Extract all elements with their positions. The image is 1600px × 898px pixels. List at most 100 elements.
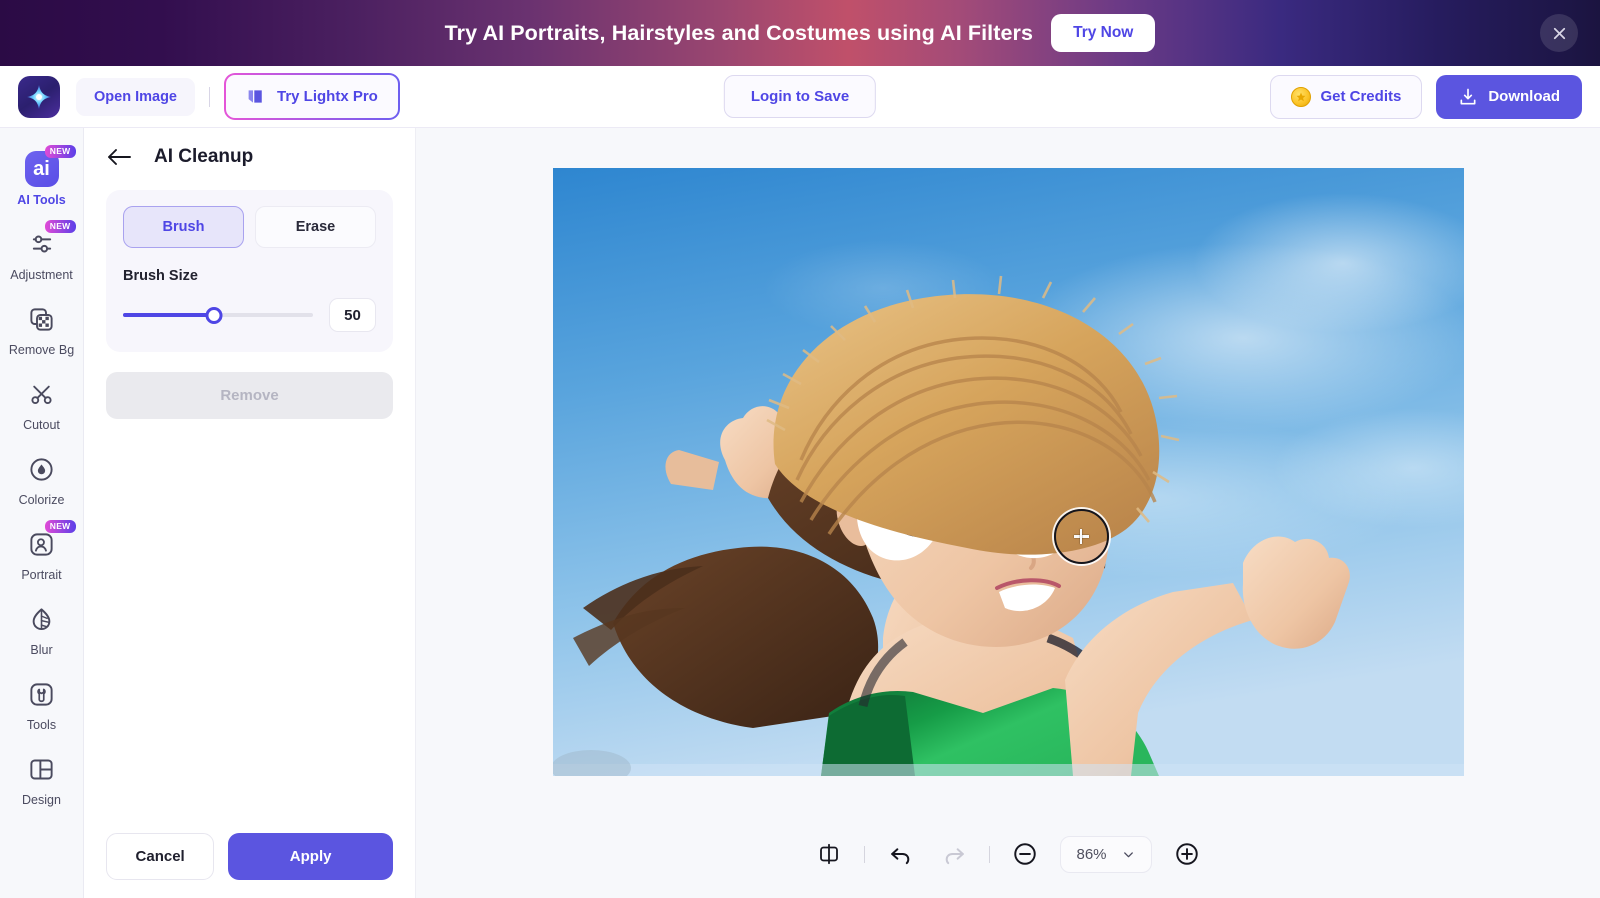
try-now-button[interactable]: Try Now [1051, 14, 1156, 52]
promo-content: Try AI Portraits, Hairstyles and Costume… [445, 14, 1156, 52]
canvas-toolbar: 86% [416, 810, 1600, 898]
cutout-icon-wrap [25, 377, 59, 411]
remove-bg-icon [30, 307, 53, 331]
promo-close-button[interactable] [1540, 14, 1578, 52]
droplet-icon [30, 457, 53, 481]
app-header: Open Image Try Lightx Pro Login to Save … [0, 66, 1600, 128]
sidebar-label-colorize: Colorize [18, 493, 65, 507]
undo-button[interactable] [881, 835, 919, 873]
download-label: Download [1488, 88, 1560, 105]
try-lightx-pro-button[interactable]: Try Lightx Pro [224, 73, 400, 120]
ai-tools-icon-wrap: ai NEW [24, 145, 76, 187]
header-actions: Get Credits Download [1270, 74, 1582, 119]
pro-button-label: Try Lightx Pro [277, 88, 378, 105]
get-credits-button[interactable]: Get Credits [1270, 74, 1423, 119]
tool-rail: ai NEW AI Tools NEW Adjustment Remove Bg… [0, 128, 84, 898]
brush-size-value[interactable]: 50 [329, 298, 376, 332]
compare-split-icon [820, 843, 839, 865]
sidebar-item-design[interactable]: Design [0, 742, 83, 817]
canvas-area: 86% [416, 128, 1600, 898]
sidebar-item-portrait[interactable]: NEW Portrait [0, 517, 83, 592]
open-image-button[interactable]: Open Image [76, 77, 195, 116]
zoom-level-value: 86% [1076, 845, 1107, 863]
brush-size-slider[interactable] [123, 306, 313, 324]
brush-settings-card: Brush Erase Brush Size 50 [106, 190, 393, 352]
login-to-save-button[interactable]: Login to Save [723, 75, 877, 118]
sidebar-item-cutout[interactable]: Cutout [0, 367, 83, 442]
get-credits-label: Get Credits [1320, 88, 1402, 105]
lightx-logo-icon [27, 84, 51, 109]
apply-button[interactable]: Apply [228, 833, 393, 880]
brush-mode-button[interactable]: Brush [123, 206, 244, 248]
sidebar-label-portrait: Portrait [21, 568, 62, 582]
brush-size-label: Brush Size [123, 268, 198, 284]
undo-icon [891, 847, 910, 864]
sidebar-item-blur[interactable]: Blur [0, 592, 83, 667]
chevron-down-icon [1123, 851, 1133, 857]
cancel-button[interactable]: Cancel [106, 833, 215, 880]
compare-button[interactable] [810, 835, 848, 873]
zoom-in-icon [1175, 843, 1198, 865]
portrait-icon-wrap: NEW [25, 520, 76, 561]
toolbar-divider-2 [989, 845, 991, 863]
slider-fill [123, 313, 215, 317]
zoom-out-button[interactable] [1006, 835, 1044, 873]
promo-banner: Try AI Portraits, Hairstyles and Costume… [0, 0, 1600, 66]
mode-toggle-group: Brush Erase [123, 206, 376, 248]
sidebar-item-ai-tools[interactable]: ai NEW AI Tools [0, 142, 83, 217]
design-icon-wrap [25, 752, 59, 786]
sidebar-label-adjustment: Adjustment [10, 268, 73, 282]
sidebar-label-tools: Tools [26, 718, 57, 732]
sidebar-item-colorize[interactable]: Colorize [0, 442, 83, 517]
panel-footer: Cancel Apply [106, 833, 393, 880]
image-canvas[interactable] [552, 168, 1464, 776]
zoom-in-button[interactable] [1168, 835, 1206, 873]
coin-star-icon [1296, 92, 1306, 101]
panel-header: AI Cleanup [106, 146, 393, 168]
sidebar-item-remove-bg[interactable]: Remove Bg [0, 292, 83, 367]
sidebar-label-blur: Blur [30, 643, 53, 657]
slider-thumb[interactable] [205, 306, 223, 324]
sidebar-label-ai-tools: AI Tools [17, 193, 66, 207]
sidebar-item-tools[interactable]: Tools [0, 667, 83, 742]
new-badge-adjustment: NEW [44, 220, 76, 234]
zoom-out-icon [1014, 843, 1037, 865]
scissors-icon [31, 385, 52, 404]
download-button[interactable]: Download [1436, 74, 1582, 119]
editor-body: ai NEW AI Tools NEW Adjustment Remove Bg… [0, 128, 1600, 898]
sidebar-label-remove-bg: Remove Bg [8, 343, 75, 357]
new-badge-portrait: NEW [44, 520, 76, 534]
tools-icon-wrap [25, 677, 59, 711]
blur-icon-wrap [25, 602, 59, 636]
sidebar-label-cutout: Cutout [23, 418, 60, 432]
panel-title: AI Cleanup [154, 146, 254, 167]
sliders-icon [32, 235, 51, 253]
layout-icon [30, 759, 53, 779]
ai-cleanup-panel: AI Cleanup Brush Erase Brush Size 50 Rem… [84, 128, 416, 898]
zoom-level-select[interactable]: 86% [1060, 835, 1152, 873]
wrench-icon [30, 682, 53, 706]
close-icon [1553, 27, 1565, 39]
edited-photo [552, 168, 1464, 776]
blur-leaf-icon [32, 607, 51, 630]
editor-app: Try AI Portraits, Hairstyles and Costume… [0, 0, 1600, 898]
back-button[interactable] [106, 146, 132, 168]
back-arrow-icon [108, 149, 131, 165]
erase-mode-button[interactable]: Erase [255, 206, 376, 248]
pro-sparkle-icon [248, 90, 262, 103]
remove-bg-icon-wrap [25, 302, 59, 336]
sidebar-item-adjustment[interactable]: NEW Adjustment [0, 217, 83, 292]
download-icon [1460, 88, 1476, 104]
brush-size-control: 50 [123, 298, 376, 332]
promo-text: Try AI Portraits, Hairstyles and Costume… [444, 20, 1034, 45]
header-divider [209, 86, 210, 107]
remove-button[interactable]: Remove [106, 372, 393, 419]
logo-button[interactable] [18, 75, 60, 118]
portrait-icon [30, 532, 53, 556]
toolbar-divider-1 [864, 845, 866, 863]
sidebar-label-design: Design [22, 793, 61, 807]
colorize-icon-wrap [25, 452, 59, 486]
redo-icon [945, 847, 964, 864]
redo-button[interactable] [935, 835, 973, 873]
adjustment-icon-wrap: NEW [25, 220, 76, 261]
